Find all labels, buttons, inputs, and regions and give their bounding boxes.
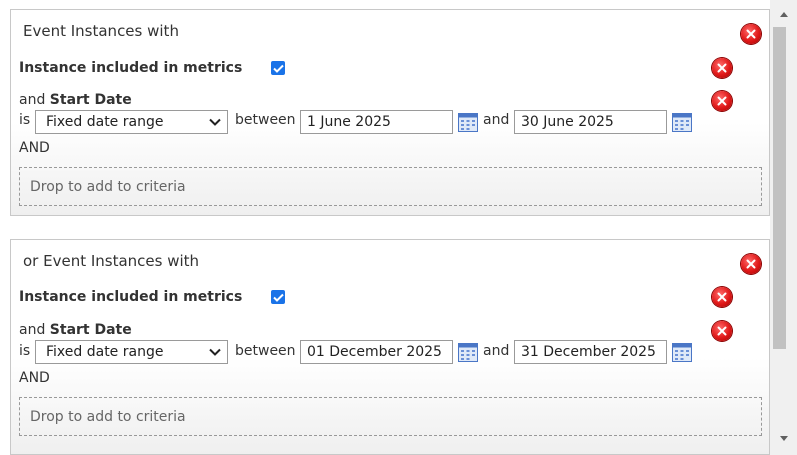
between-label: between bbox=[235, 112, 296, 128]
end-date-input[interactable]: 31 December 2025 bbox=[514, 340, 667, 364]
start-date-input[interactable]: 01 December 2025 bbox=[300, 340, 453, 364]
date-field-name: Start Date bbox=[49, 92, 132, 108]
date-prefix: and bbox=[19, 92, 46, 108]
and-label: and bbox=[483, 112, 510, 128]
remove-icon bbox=[746, 259, 756, 269]
remove-criterion-button[interactable] bbox=[712, 287, 732, 307]
remove-icon bbox=[717, 63, 727, 73]
chevron-down-icon bbox=[203, 110, 227, 134]
criteria-group-1: Event Instances with Instance included i… bbox=[10, 9, 770, 216]
remove-icon bbox=[717, 326, 727, 336]
criteria-panel: Event Instances with Instance included i… bbox=[0, 0, 770, 455]
calendar-icon bbox=[672, 343, 692, 362]
date-range-value: Fixed date range bbox=[46, 344, 164, 360]
remove-criterion-button[interactable] bbox=[712, 58, 732, 78]
criteria-dropzone[interactable]: Drop to add to criteria bbox=[19, 167, 762, 206]
scroll-down-icon bbox=[779, 436, 788, 441]
and-label: and bbox=[483, 343, 510, 359]
date-criterion-label: and Start Date bbox=[19, 92, 132, 108]
date-criterion-label: and Start Date bbox=[19, 322, 132, 338]
start-date-calendar-button[interactable] bbox=[458, 112, 478, 132]
end-date-calendar-button[interactable] bbox=[672, 342, 692, 362]
criteria-dropzone[interactable]: Drop to add to criteria bbox=[19, 397, 762, 436]
date-prefix: and bbox=[19, 322, 46, 338]
date-range-select[interactable]: Fixed date range bbox=[35, 340, 228, 364]
remove-group-button[interactable] bbox=[741, 24, 761, 44]
calendar-icon bbox=[672, 113, 692, 132]
criteria-group-2: or Event Instances with Instance include… bbox=[10, 239, 770, 455]
remove-icon bbox=[746, 29, 756, 39]
included-in-metrics-checkbox[interactable] bbox=[271, 61, 285, 75]
start-date-calendar-button[interactable] bbox=[458, 342, 478, 362]
end-date-input[interactable]: 30 June 2025 bbox=[514, 110, 667, 134]
scroll-up-icon bbox=[779, 12, 788, 17]
included-in-metrics-checkbox[interactable] bbox=[271, 290, 285, 304]
start-date-input[interactable]: 1 June 2025 bbox=[300, 110, 453, 134]
group-title: Event Instances with bbox=[23, 22, 179, 40]
vertical-scrollbar[interactable] bbox=[770, 0, 797, 455]
is-label: is bbox=[19, 343, 31, 359]
remove-date-criterion-button[interactable] bbox=[712, 91, 732, 111]
scroll-up-button[interactable] bbox=[770, 6, 797, 23]
chevron-down-icon bbox=[203, 340, 227, 364]
is-label: is bbox=[19, 112, 31, 128]
remove-icon bbox=[717, 96, 727, 106]
calendar-icon bbox=[458, 113, 478, 132]
conjunction-label: AND bbox=[19, 370, 50, 386]
conjunction-label: AND bbox=[19, 140, 50, 156]
calendar-icon bbox=[458, 343, 478, 362]
checkmark-icon bbox=[272, 293, 284, 302]
remove-date-criterion-button[interactable] bbox=[712, 321, 732, 341]
remove-group-button[interactable] bbox=[741, 254, 761, 274]
end-date-calendar-button[interactable] bbox=[672, 112, 692, 132]
date-field-name: Start Date bbox=[49, 322, 132, 338]
criterion-label: Instance included in metrics bbox=[19, 60, 243, 76]
remove-icon bbox=[717, 292, 727, 302]
checkmark-icon bbox=[272, 64, 284, 73]
scrollbar-thumb[interactable] bbox=[773, 27, 786, 349]
criterion-label: Instance included in metrics bbox=[19, 289, 243, 305]
date-range-select[interactable]: Fixed date range bbox=[35, 110, 228, 134]
group-title: or Event Instances with bbox=[23, 252, 200, 270]
date-range-value: Fixed date range bbox=[46, 114, 164, 130]
scroll-down-button[interactable] bbox=[770, 430, 797, 447]
between-label: between bbox=[235, 343, 296, 359]
